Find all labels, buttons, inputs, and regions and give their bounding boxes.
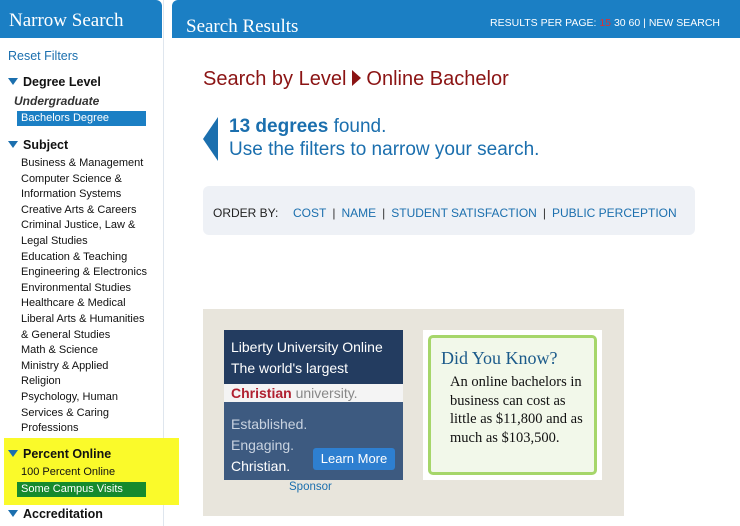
results-per-page: RESULTS PER PAGE: 15 30 60 | NEW SEARCH — [490, 17, 720, 29]
found-text: found. — [333, 116, 387, 137]
subject-heading: Subject — [23, 138, 69, 152]
christian-word: Christian — [231, 385, 292, 401]
results-per-page-label: RESULTS PER PAGE: — [490, 17, 597, 29]
order-by-label: ORDER BY: — [213, 206, 279, 220]
accreditation-toggle[interactable]: Accreditation — [8, 507, 103, 521]
rpp-option-60[interactable]: 60 — [629, 17, 641, 29]
page-title: Search Results — [186, 16, 299, 37]
results-header: Search Results RESULTS PER PAGE: 15 30 6… — [172, 0, 740, 38]
subject-item[interactable]: Creative Arts & Careers — [21, 203, 157, 219]
liberty-ad-middle: Christian university. — [224, 384, 403, 402]
liberty-ad-line4: Established. — [231, 416, 308, 432]
subject-toggle[interactable]: Subject — [8, 138, 68, 152]
triangle-down-icon — [8, 450, 18, 457]
order-by-student-satisfaction[interactable]: STUDENT SATISFACTION — [391, 206, 537, 220]
subject-item[interactable]: Ministry & Applied — [21, 359, 157, 375]
liberty-ad-top: Liberty University Online The world's la… — [224, 330, 403, 384]
subject-item[interactable]: Engineering & Electronics — [21, 265, 157, 281]
did-you-know-body: An online bachelors in business can cost… — [450, 374, 583, 446]
filter-hint: Use the filters to narrow your search. — [229, 139, 540, 160]
sidebar-title: Narrow Search — [9, 10, 124, 31]
separator: | — [382, 206, 386, 220]
filter-some-campus-visits[interactable]: Some Campus Visits — [17, 482, 146, 497]
order-by-public-perception[interactable]: PUBLIC PERCEPTION — [552, 206, 677, 220]
subject-item[interactable]: Computer Science & — [21, 172, 157, 188]
learn-more-button[interactable]: Learn More — [313, 448, 395, 470]
order-by-options: COST | NAME | STUDENT SATISFACTION | PUBLIC PE… — [293, 206, 677, 220]
liberty-ad[interactable]: Liberty University Online The world's la… — [224, 330, 403, 480]
subject-item[interactable]: Math & Science — [21, 343, 157, 359]
subject-item[interactable]: Legal Studies — [21, 234, 157, 250]
results-count: 13 degrees found. — [229, 116, 386, 138]
liberty-ad-line3: Christian university. — [231, 385, 358, 401]
undergraduate-label: Undergraduate — [14, 94, 100, 108]
university-word: university. — [291, 385, 358, 401]
rpp-option-30[interactable]: 30 — [614, 17, 626, 29]
did-you-know-heading: Did You Know? — [441, 348, 558, 368]
sidebar: Narrow Search Reset Filters Degree Level… — [0, 0, 179, 526]
separator: | — [542, 206, 546, 220]
separator: | — [332, 206, 336, 220]
subject-item[interactable]: Healthcare & Medical — [21, 296, 157, 312]
rpp-option-current: 15 — [599, 17, 612, 29]
liberty-ad-line2: The world's largest — [231, 360, 349, 376]
breadcrumb-level[interactable]: Search by Level — [203, 68, 346, 90]
did-you-know-inner: Did You Know? An online bachelors in bus… — [428, 335, 597, 475]
triangle-down-icon — [8, 78, 18, 85]
subject-item[interactable]: Professions — [21, 421, 157, 437]
accreditation-heading: Accreditation — [23, 507, 103, 521]
order-by-cost[interactable]: COST — [293, 206, 326, 220]
breadcrumb: Search by Level Online Bachelor — [203, 68, 509, 91]
subject-item[interactable]: Liberal Arts & Humanities — [21, 312, 157, 328]
liberty-ad-line1: Liberty University Online — [231, 339, 383, 355]
triangle-down-icon — [8, 141, 18, 148]
subject-item[interactable]: Education & Teaching — [21, 250, 157, 266]
liberty-ad-bottom: Established. Engaging. Christian. Learn … — [224, 402, 403, 480]
sponsor-link[interactable]: Sponsor — [289, 481, 332, 493]
sidebar-header: Narrow Search — [0, 0, 162, 38]
did-you-know-box: Did You Know? An online bachelors in bus… — [423, 330, 602, 480]
subject-item[interactable]: Religion — [21, 374, 157, 390]
percent-online-toggle[interactable]: Percent Online — [8, 447, 111, 461]
order-by-name[interactable]: NAME — [341, 206, 376, 220]
arrow-left-icon — [203, 117, 218, 161]
order-by-bar: ORDER BY: COST | NAME | STUDENT SATISFACTION… — [203, 186, 695, 235]
triangle-down-icon — [8, 510, 18, 517]
new-search-link[interactable]: NEW SEARCH — [649, 17, 720, 29]
subject-item[interactable]: Business & Management — [21, 156, 157, 172]
arrow-right-icon — [352, 70, 362, 86]
filter-bachelors-degree[interactable]: Bachelors Degree — [17, 111, 146, 126]
subject-item[interactable]: Environmental Studies — [21, 281, 157, 297]
subject-item[interactable]: & General Studies — [21, 328, 157, 344]
filter-100-percent-online[interactable]: 100 Percent Online — [21, 466, 115, 478]
separator: | — [643, 17, 646, 29]
liberty-ad-line5: Engaging. — [231, 437, 295, 453]
liberty-ad-line6: Christian. — [231, 458, 291, 474]
subject-item[interactable]: Criminal Justice, Law & — [21, 218, 157, 234]
degree-level-heading: Degree Level — [23, 75, 101, 89]
degree-level-toggle[interactable]: Degree Level — [8, 75, 101, 89]
subject-list: Business & Management Computer Science & I… — [21, 156, 157, 437]
breadcrumb-current: Online Bachelor — [366, 68, 509, 90]
subject-item[interactable]: Services & Caring — [21, 406, 157, 422]
subject-item[interactable]: Information Systems — [21, 187, 157, 203]
degree-count: 13 degrees — [229, 116, 329, 137]
percent-online-highlight: Percent Online 100 Percent Online Some C… — [4, 438, 179, 505]
subject-item[interactable]: Psychology, Human — [21, 390, 157, 406]
reset-filters-link[interactable]: Reset Filters — [8, 49, 78, 63]
percent-online-heading: Percent Online — [23, 447, 112, 461]
